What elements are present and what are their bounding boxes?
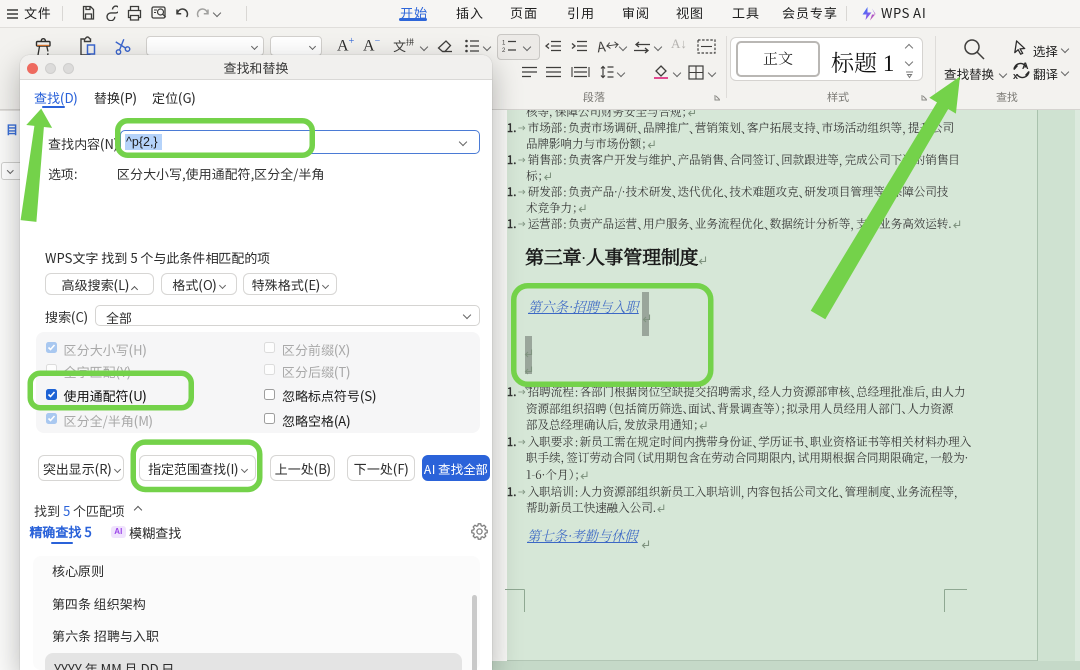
svg-text:x: x <box>1013 71 1018 80</box>
svg-text:2: 2 <box>502 48 506 53</box>
svg-text:A: A <box>1022 61 1029 71</box>
svg-text:1: 1 <box>502 41 506 47</box>
